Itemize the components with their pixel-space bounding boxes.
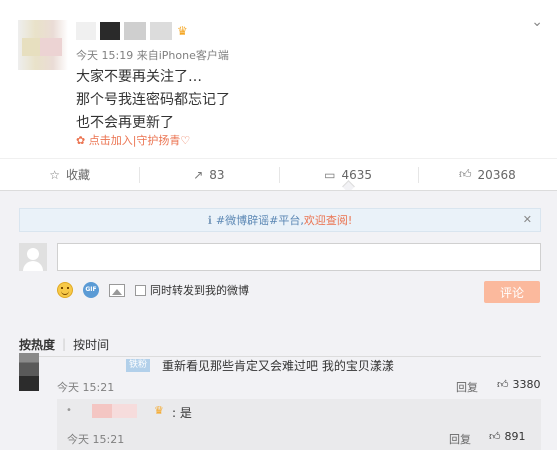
thumbs-up-icon: 👍︎: [489, 430, 501, 443]
bullet-icon: •: [66, 405, 72, 416]
sort-by-hot[interactable]: 按热度: [19, 336, 55, 353]
comment-button[interactable]: ▭ 4635: [278, 159, 418, 190]
repost-option-label[interactable]: 同时转发到我的微博: [150, 282, 249, 298]
fan-badge: 铁粉: [126, 359, 151, 372]
comment-toolbar: GIF 同时转发到我的微博: [57, 281, 249, 299]
post-timestamp[interactable]: 今天 15:19: [76, 49, 133, 62]
favorite-button[interactable]: ☆ 收藏: [0, 159, 139, 190]
commenter-avatar[interactable]: [19, 353, 39, 391]
reply-time: 今天 15:21: [67, 433, 125, 446]
redaction-block: [150, 22, 172, 40]
reply-button[interactable]: 回复: [449, 431, 471, 447]
thumbs-up-icon: 👍︎: [497, 378, 509, 391]
comment-icon: ▭: [324, 167, 336, 182]
support-link[interactable]: ✿ 点击加入|守护扬青♡: [76, 132, 190, 148]
comment-section: ℹ #微博辟谣#平台, 欢迎查阅! ✕ GIF 同时转发到我的微博 评论 按热度…: [0, 190, 557, 450]
reply-like-button[interactable]: 👍︎ 891: [489, 430, 526, 443]
comment-time: 今天 15:21: [57, 381, 115, 394]
comment-count: 4635: [341, 167, 373, 182]
redaction-block: [112, 404, 137, 418]
flower-icon: ✿: [76, 134, 86, 147]
reply-button[interactable]: 回复: [456, 379, 478, 395]
notice-topic-link[interactable]: #微博辟谣#平台,: [216, 212, 304, 228]
close-icon[interactable]: ✕: [523, 213, 532, 226]
post-line: 大家不要再关注了…: [76, 69, 202, 85]
post-source: 来自iPhone客户端: [136, 49, 229, 62]
weibo-post: ♛ ⌄ 今天 15:19 来自iPhone客户端 大家不要再关注了… 那个号我连…: [0, 0, 557, 158]
redaction-block: [100, 22, 120, 40]
submit-comment-button[interactable]: 评论: [484, 281, 540, 303]
redaction-block: [124, 22, 146, 40]
my-avatar[interactable]: [19, 243, 47, 271]
comment-input[interactable]: [57, 243, 541, 271]
thumbs-up-icon: 👍︎: [459, 167, 472, 181]
author-avatar[interactable]: [18, 20, 68, 70]
post-line: 那个号我连密码都忘记了: [76, 92, 230, 108]
redaction-block: [76, 22, 96, 40]
post-meta: 今天 15:19 来自iPhone客户端: [76, 47, 229, 63]
vip-badge-icon: ♛: [177, 24, 188, 38]
redaction-block: [92, 404, 112, 418]
comment-like-button[interactable]: 👍︎ 3380: [497, 378, 541, 391]
sort-by-time[interactable]: 按时间: [73, 336, 109, 353]
emoji-icon[interactable]: [57, 282, 73, 298]
repost-button[interactable]: ↗ 83: [139, 159, 278, 190]
comment-text: 重新看见那些肯定又会难过吧 我的宝贝漾漾: [162, 359, 394, 373]
favorite-label: 收藏: [66, 168, 91, 182]
reply-text: : 是: [172, 406, 192, 420]
repost-icon: ↗: [193, 167, 204, 182]
chevron-down-icon[interactable]: ⌄: [531, 14, 543, 30]
repost-checkbox[interactable]: [135, 284, 146, 296]
divider: |: [62, 337, 67, 351]
author-name-redacted[interactable]: [76, 22, 172, 40]
avatar-body-shape: [23, 261, 43, 271]
reply-like-count: 891: [504, 430, 526, 443]
avatar-head-shape: [27, 248, 39, 260]
image-icon[interactable]: [109, 283, 125, 297]
vip-badge-icon: ♛: [154, 404, 164, 417]
post-action-bar: ☆ 收藏 ↗ 83 ▭ 4635 👍︎ 20368: [0, 158, 557, 190]
rumor-notice-banner: ℹ #微博辟谣#平台, 欢迎查阅! ✕: [19, 208, 541, 232]
reply-author-redacted[interactable]: [92, 404, 137, 418]
notice-link[interactable]: 欢迎查阅!: [304, 212, 352, 228]
like-button[interactable]: 👍︎ 20368: [417, 159, 557, 190]
star-icon: ☆: [49, 167, 60, 182]
repost-count: 83: [209, 167, 225, 182]
comment-sort-bar: 按热度 | 按时间: [19, 335, 541, 353]
gif-icon[interactable]: GIF: [83, 282, 99, 298]
info-icon: ℹ: [207, 213, 212, 227]
support-text: 点击加入|守护扬青♡: [88, 134, 191, 147]
like-count: 20368: [477, 167, 516, 182]
post-text: 大家不要再关注了… 那个号我连密码都忘记了 也不会再更新了: [76, 66, 230, 135]
nested-reply: • ♛ : 是 今天 15:21 回复 👍︎ 891: [57, 399, 541, 450]
comment-like-count: 3380: [512, 378, 541, 391]
